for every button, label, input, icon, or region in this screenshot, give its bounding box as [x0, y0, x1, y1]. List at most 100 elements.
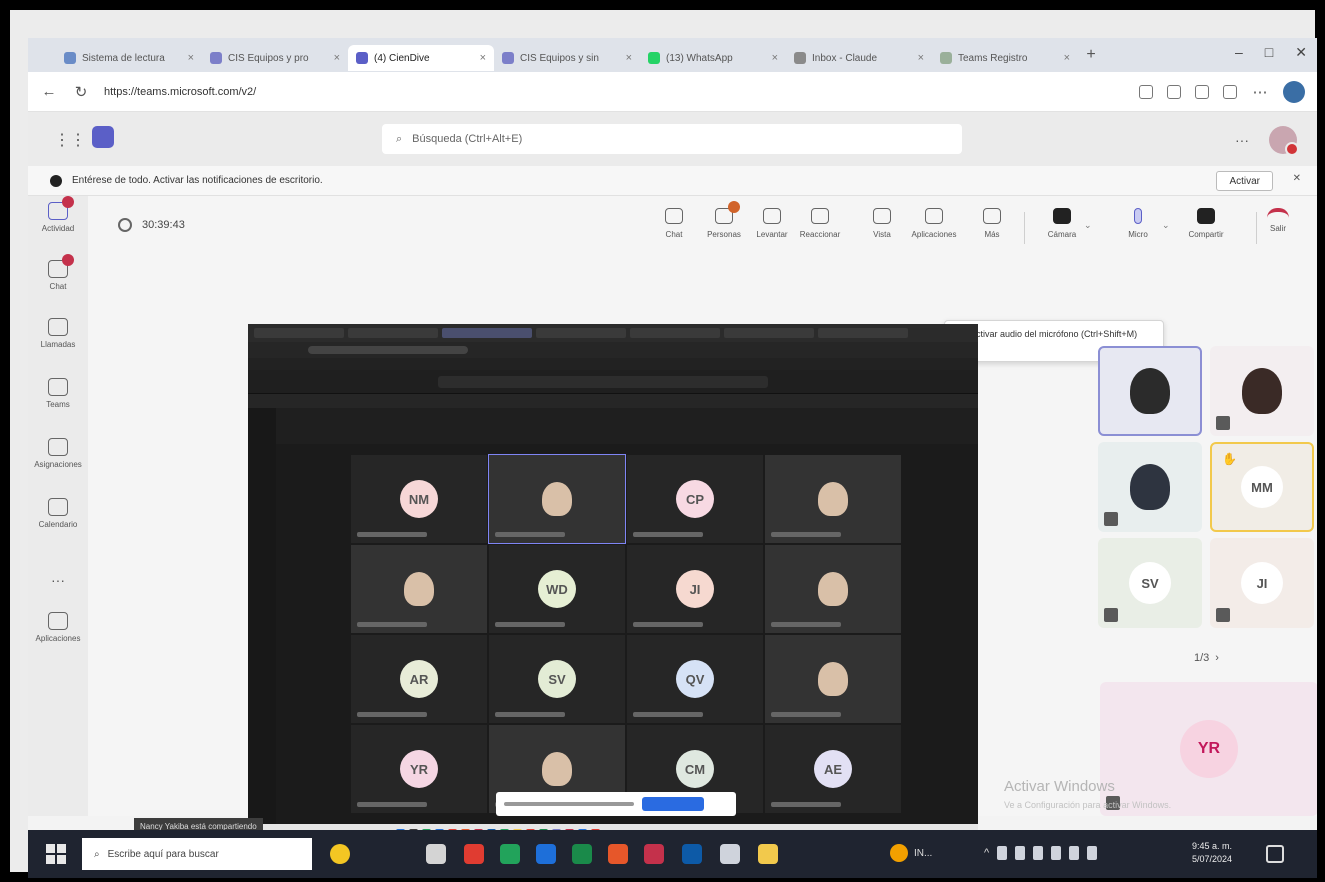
extensions-icon[interactable] — [1195, 84, 1209, 99]
pager-next-icon[interactable]: › — [1215, 652, 1219, 664]
rail-item[interactable]: Calendario — [28, 498, 88, 529]
taskbar-app-icon[interactable] — [758, 844, 778, 864]
weather-widget-icon[interactable] — [330, 844, 350, 864]
close-window-button[interactable]: ✕ — [1295, 44, 1307, 61]
mic-button[interactable]: Micro — [1118, 208, 1158, 239]
network-icon[interactable] — [1051, 846, 1062, 860]
participant-tile[interactable]: MM ✋ — [1210, 442, 1314, 532]
split-view-icon[interactable] — [1139, 84, 1153, 99]
browser-menu-icon[interactable]: ⋯ — [1251, 83, 1269, 101]
raise-hand-button[interactable]: Levantar — [752, 208, 792, 239]
tray-icon[interactable] — [997, 846, 1008, 860]
rail-item[interactable]: Asignaciones — [28, 438, 88, 469]
more-button[interactable]: Más — [972, 208, 1012, 239]
windows-start-icon[interactable] — [46, 844, 66, 864]
browser-tab[interactable]: Inbox - Claude × — [786, 45, 932, 71]
rail-item[interactable]: Chat — [28, 254, 88, 291]
language-icon[interactable] — [1087, 846, 1098, 860]
taskbar-app-icon[interactable] — [536, 844, 556, 864]
shared-participant-tile: YR — [350, 724, 488, 814]
people-button[interactable]: Personas — [704, 201, 744, 239]
tab-close-icon[interactable]: × — [334, 52, 340, 64]
leave-button[interactable]: Salir — [1258, 208, 1298, 233]
participant-tile[interactable] — [1210, 346, 1314, 436]
taskbar-search-input[interactable]: ⌕ Escribe aquí para buscar — [82, 838, 312, 870]
taskbar-clock[interactable]: 9:45 a. m. 5/07/2024 — [1192, 840, 1232, 866]
participant-photo — [542, 752, 572, 786]
participant-tile[interactable]: JI — [1210, 538, 1314, 628]
shared-participant-tile: AR — [350, 634, 488, 724]
teams-search-input[interactable]: ⌕ Búsqueda (Ctrl+Alt+E) — [382, 124, 962, 154]
apps-button[interactable]: Aplicaciones — [912, 208, 956, 239]
share-button[interactable]: Compartir — [1186, 208, 1226, 239]
chat-button[interactable]: Chat — [654, 208, 694, 239]
url-field[interactable]: https://teams.microsoft.com/v2/ — [104, 86, 1125, 98]
browser-tab[interactable]: (13) WhatsApp × — [640, 45, 786, 71]
taskbar-app-icon[interactable] — [572, 844, 592, 864]
gallery-pager[interactable]: 1/3 › — [1194, 652, 1219, 664]
notification-center-icon[interactable] — [1266, 845, 1284, 863]
search-placeholder: Búsqueda (Ctrl+Alt+E) — [412, 133, 523, 145]
rail-label: Teams — [46, 400, 70, 409]
rail-item[interactable]: Aplicaciones — [28, 612, 88, 643]
rail-item[interactable]: Teams — [28, 378, 88, 409]
camera-button[interactable]: Cámara — [1042, 208, 1082, 239]
taskbar-app-icon[interactable] — [426, 844, 446, 864]
user-avatar[interactable] — [1269, 126, 1299, 156]
chevron-down-icon[interactable]: ⌄ — [1084, 220, 1092, 231]
tab-close-icon[interactable]: × — [480, 52, 486, 64]
view-button[interactable]: Vista — [862, 208, 902, 239]
rail-label: Aplicaciones — [35, 634, 81, 643]
shared-meeting-controls — [276, 408, 978, 444]
browser-tab[interactable]: (4) CienDive × — [348, 45, 494, 71]
participant-avatar: QV — [676, 660, 714, 698]
volume-icon[interactable] — [1069, 846, 1080, 860]
rail-item[interactable]: Llamadas — [28, 318, 88, 349]
profile-avatar[interactable] — [1283, 80, 1305, 103]
rail-icon — [48, 378, 68, 396]
collections-icon[interactable] — [1223, 84, 1237, 99]
participant-tile[interactable] — [1098, 346, 1202, 436]
browser-tab[interactable]: CIS Equipos y pro × — [202, 45, 348, 71]
rail-item[interactable]: Actividad — [28, 196, 88, 233]
browser-tab[interactable]: Sistema de lectura × — [56, 45, 202, 71]
browser-tab-strip: Sistema de lectura × CIS Equipos y pro × (4)… — [28, 38, 1317, 72]
minimize-button[interactable]: – — [1235, 44, 1243, 61]
taskbar-app-icon[interactable] — [720, 844, 740, 864]
teams-icon — [502, 52, 514, 64]
refresh-icon[interactable]: ↻ — [72, 83, 90, 101]
browser-tab-label: Teams Registro — [958, 52, 1028, 64]
activate-notifications-button[interactable]: Activar — [1216, 171, 1273, 191]
raised-hand-icon: ✋ — [1222, 452, 1237, 466]
banner-close-icon[interactable]: ✕ — [1293, 173, 1301, 184]
participant-tile[interactable] — [1098, 442, 1202, 532]
taskbar-edge-item[interactable]: IN... — [890, 844, 932, 862]
tray-chevron-icon[interactable]: ^ — [984, 847, 989, 859]
maximize-button[interactable]: □ — [1265, 44, 1273, 61]
tray-icon[interactable] — [1033, 846, 1044, 860]
taskbar-app-icon[interactable] — [464, 844, 484, 864]
app-launcher-icon[interactable]: ⋮⋮ — [54, 130, 86, 150]
tab-close-icon[interactable]: × — [188, 52, 194, 64]
spotlight-tile[interactable]: YR — [1100, 682, 1317, 816]
tab-close-icon[interactable]: × — [1064, 52, 1070, 64]
tab-close-icon[interactable]: × — [772, 52, 778, 64]
back-icon[interactable]: ← — [40, 83, 58, 100]
chevron-down-icon[interactable]: ⌄ — [1162, 220, 1170, 231]
participant-tile[interactable]: SV — [1098, 538, 1202, 628]
tab-close-icon[interactable]: × — [918, 52, 924, 64]
participant-avatar: CM — [676, 750, 714, 788]
new-tab-button[interactable]: + — [1078, 46, 1104, 64]
taskbar-app-icon[interactable] — [608, 844, 628, 864]
browser-tab[interactable]: Teams Registro × — [932, 45, 1078, 71]
taskbar-app-icon[interactable] — [500, 844, 520, 864]
taskbar-app-icon[interactable] — [644, 844, 664, 864]
react-button[interactable]: Reaccionar — [800, 208, 840, 239]
favorites-icon[interactable] — [1167, 84, 1181, 99]
browser-tab[interactable]: CIS Equipos y sin × — [494, 45, 640, 71]
rail-item[interactable]: ··· — [28, 572, 88, 588]
more-options-icon[interactable]: ··· — [1235, 132, 1249, 148]
tray-icon[interactable] — [1015, 846, 1026, 860]
tab-close-icon[interactable]: × — [626, 52, 632, 64]
taskbar-app-icon[interactable] — [682, 844, 702, 864]
